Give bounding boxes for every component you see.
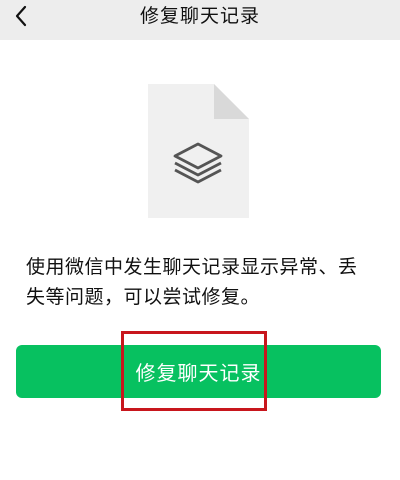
description-line-1: 使用微信中发生聊天记录显示异常、丢: [26, 256, 358, 278]
repair-chat-history-screen: 修复聊天记录 使用微信中发生聊天记录显示异常、丢 失等问题，可以尝试修复。 修复…: [0, 0, 400, 480]
repair-button-label: 修复聊天记录: [135, 361, 262, 385]
repair-description: 使用微信中发生聊天记录显示异常、丢 失等问题，可以尝试修复。: [26, 252, 378, 312]
navigation-bar: 修复聊天记录: [0, 0, 400, 40]
description-line-2: 失等问题，可以尝试修复。: [26, 286, 261, 308]
page-title: 修复聊天记录: [139, 5, 260, 27]
document-layers-icon: [148, 84, 249, 218]
repair-chat-history-button[interactable]: 修复聊天记录: [16, 345, 381, 398]
